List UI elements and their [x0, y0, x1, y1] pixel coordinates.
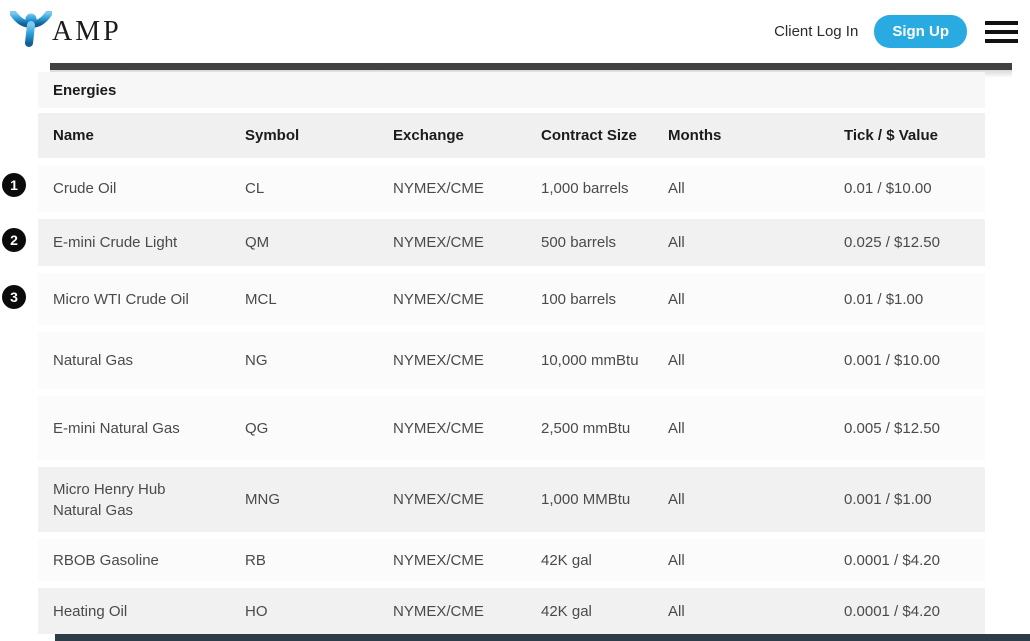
energies-table: Energies Name Symbol Exchange Contract S… [38, 72, 985, 634]
cell-symbol: NG [230, 350, 378, 371]
header-actions: Client Log In Sign Up [774, 15, 1020, 48]
table-row: Natural Gas NG NYMEX/CME 10,000 mmBtu Al… [38, 332, 985, 389]
annotation-badge: 3 [2, 285, 26, 309]
cell-tick-value: 0.01 / $1.00 [829, 289, 985, 310]
top-divider-bar [50, 63, 1012, 70]
cell-name: Crude Oil [38, 178, 230, 199]
cell-tick-value: 0.0001 / $4.20 [829, 550, 985, 571]
cell-contract-size: 42K gal [526, 601, 653, 622]
annotation-badge: 1 [2, 173, 26, 197]
cell-months: All [653, 418, 829, 439]
table-row: E-mini Natural Gas QG NYMEX/CME 2,500 mm… [38, 396, 985, 460]
bottom-divider-bar [55, 634, 1030, 641]
col-header-tick-value: Tick / $ Value [829, 125, 985, 146]
col-header-symbol: Symbol [230, 125, 378, 146]
cell-name: Natural Gas [38, 350, 230, 371]
cell-name: E-mini Crude Light [38, 232, 230, 253]
cell-name: E-mini Natural Gas [38, 418, 230, 439]
cell-tick-value: 0.01 / $10.00 [829, 178, 985, 199]
site-header: AMP Client Log In Sign Up [0, 0, 1030, 63]
amp-person-icon [10, 11, 52, 52]
table-row: Heating Oil HO NYMEX/CME 42K gal All 0.0… [38, 588, 985, 634]
cell-tick-value: 0.005 / $12.50 [829, 418, 985, 439]
col-header-exchange: Exchange [378, 125, 526, 146]
table-header-row: Name Symbol Exchange Contract Size Month… [38, 113, 985, 158]
cell-symbol: QG [230, 418, 378, 439]
cell-exchange: NYMEX/CME [378, 178, 526, 199]
cell-exchange: NYMEX/CME [378, 550, 526, 571]
cell-months: All [653, 289, 829, 310]
cell-symbol: QM [230, 232, 378, 253]
table-row: Crude Oil CL NYMEX/CME 1,000 barrels All… [38, 165, 985, 212]
cell-months: All [653, 550, 829, 571]
col-header-contract-size: Contract Size [526, 125, 653, 146]
cell-contract-size: 500 barrels [526, 232, 653, 253]
col-header-months: Months [653, 125, 829, 146]
logo-wordmark: AMP [52, 16, 122, 48]
cell-contract-size: 1,000 barrels [526, 178, 653, 199]
cell-exchange: NYMEX/CME [378, 350, 526, 371]
table-section-title: Energies [38, 72, 985, 108]
cell-exchange: NYMEX/CME [378, 232, 526, 253]
cell-exchange: NYMEX/CME [378, 489, 526, 510]
cell-symbol: CL [230, 178, 378, 199]
cell-exchange: NYMEX/CME [378, 418, 526, 439]
client-login-link[interactable]: Client Log In [774, 23, 858, 40]
cell-months: All [653, 232, 829, 253]
cell-contract-size: 10,000 mmBtu [526, 350, 653, 371]
cell-contract-size: 1,000 MMBtu [526, 489, 653, 510]
cell-name: Heating Oil [38, 601, 230, 622]
cell-exchange: NYMEX/CME [378, 601, 526, 622]
menu-icon[interactable] [983, 17, 1020, 47]
cell-months: All [653, 178, 829, 199]
table-row: Micro Henry Hub Natural Gas MNG NYMEX/CM… [38, 467, 985, 532]
cell-symbol: RB [230, 550, 378, 571]
cell-tick-value: 0.0001 / $4.20 [829, 601, 985, 622]
cell-name: Micro WTI Crude Oil [38, 289, 230, 310]
cell-contract-size: 42K gal [526, 550, 653, 571]
cell-tick-value: 0.001 / $1.00 [829, 489, 985, 510]
cell-symbol: MCL [230, 289, 378, 310]
cell-symbol: HO [230, 601, 378, 622]
cell-exchange: NYMEX/CME [378, 289, 526, 310]
annotation-badge: 2 [2, 228, 26, 252]
cell-months: All [653, 350, 829, 371]
table-row: Micro WTI Crude Oil MCL NYMEX/CME 100 ba… [38, 273, 985, 325]
cell-name: Micro Henry Hub Natural Gas [38, 479, 230, 521]
sign-up-button[interactable]: Sign Up [874, 15, 967, 48]
table-row: RBOB Gasoline RB NYMEX/CME 42K gal All 0… [38, 539, 985, 581]
cell-tick-value: 0.025 / $12.50 [829, 232, 985, 253]
cell-tick-value: 0.001 / $10.00 [829, 350, 985, 371]
cell-name: RBOB Gasoline [38, 550, 230, 571]
cell-contract-size: 100 barrels [526, 289, 653, 310]
page: AMP Client Log In Sign Up 1 2 3 Energies N… [0, 0, 1030, 641]
table-row: E-mini Crude Light QM NYMEX/CME 500 barr… [38, 219, 985, 266]
cell-months: All [653, 601, 829, 622]
amp-logo[interactable]: AMP [10, 11, 122, 52]
col-header-name: Name [38, 125, 230, 146]
cell-contract-size: 2,500 mmBtu [526, 418, 653, 439]
cell-months: All [653, 489, 829, 510]
cell-symbol: MNG [230, 489, 378, 510]
